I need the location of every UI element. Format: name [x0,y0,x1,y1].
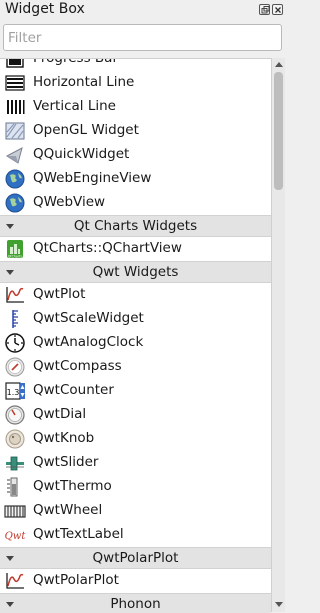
category-qwt-widgets[interactable]: Qwt Widgets [0,261,271,283]
widget-item-label: Progress Bar [33,58,118,66]
filter-input[interactable] [3,24,282,51]
clock-icon [4,333,26,353]
title-bar: Widget Box [0,0,285,20]
wheel-icon [4,501,26,521]
category-qwtpolarplot-category[interactable]: QwtPolarPlot [0,547,271,569]
thermo-icon [4,477,26,497]
widget-item-label: QwtKnob [33,430,95,446]
scroll-up-arrow-icon[interactable] [275,62,283,67]
globe-icon [4,193,26,213]
vertical-scrollbar[interactable] [271,58,285,612]
widget-item-label: Vertical Line [33,98,116,114]
widget-item-label: QwtAnalogClock [33,334,144,350]
qquickwidget-icon [4,145,26,165]
scrollbar-thumb[interactable] [274,72,283,190]
slider-icon [4,453,26,473]
globe-icon [4,169,26,189]
vertical-line-icon [4,97,26,117]
category-phonon[interactable]: Phonon [0,593,271,613]
category-label: QwtPolarPlot [92,550,179,566]
widget-item-label: QwtCompass [33,358,122,374]
svg-text:QtCharts: QtCharts [8,255,23,259]
widget-item-label: QwtDial [33,406,87,422]
opengl-widget-icon [4,121,26,141]
widget-item-label: QwtCounter [33,382,114,398]
widget-item-qwebengineview[interactable]: QWebEngineView [0,167,271,191]
widget-item-qwtplot[interactable]: QwtPlot [0,283,271,307]
svg-text:1.3: 1.3 [7,388,20,397]
progress-bar-icon [4,59,26,69]
widget-item-label: QwtThermo [33,478,112,494]
close-icon[interactable] [272,4,283,15]
widget-item-label: QwtScaleWidget [33,310,144,326]
widget-item-vertical-line[interactable]: Vertical Line [0,95,271,119]
widget-item-label: Horizontal Line [33,74,135,90]
widget-item-qwtdial[interactable]: QwtDial [0,403,271,427]
widget-item-opengl-widget[interactable]: OpenGL Widget [0,119,271,143]
plot-icon [4,285,26,305]
category-label: Phonon [110,596,161,612]
window-title: Widget Box [5,1,85,17]
widget-item-qwtcounter[interactable]: 1.3 QwtCounter [0,379,271,403]
widget-item-qquickwidget[interactable]: QQuickWidget [0,143,271,167]
knob-icon [4,429,26,449]
widget-item-qwttextlabel[interactable]: Qwt QwtTextLabel [0,523,271,547]
scale-icon [4,309,26,329]
float-icon[interactable] [259,4,270,15]
qchartview-icon: QtCharts [4,239,26,259]
widget-item-label: QwtPlot [33,286,86,302]
category-label: Qt Charts Widgets [73,218,198,234]
compass-icon [4,357,26,377]
svg-text:Qwt: Qwt [5,531,26,542]
widget-item-label: QQuickWidget [33,146,130,162]
widget-item-qchartview[interactable]: QtCharts QtCharts::QChartView [0,237,271,261]
category-qt-charts-widgets[interactable]: Qt Charts Widgets [0,215,271,237]
widget-item-qwtslider[interactable]: QwtSlider [0,451,271,475]
widget-item-label: QwtWheel [33,502,103,518]
widget-item-progress-bar[interactable]: Progress Bar [0,58,271,71]
widget-item-label: QWebView [33,194,106,210]
widget-item-horizontal-line[interactable]: Horizontal Line [0,71,271,95]
widget-item-label: QwtTextLabel [33,526,124,542]
dial-icon [4,405,26,425]
widget-list-content: Progress Bar Horizontal Line Vertical Line… [0,58,271,613]
scroll-down-arrow-icon[interactable] [275,602,283,607]
widget-item-qwtwheel[interactable]: QwtWheel [0,499,271,523]
widget-item-qwtthermo[interactable]: QwtThermo [0,475,271,499]
plot-icon [4,571,26,591]
horizontal-line-icon [4,73,26,93]
widget-item-label: QWebEngineView [33,170,152,186]
counter-icon: 1.3 [4,381,26,401]
widget-list[interactable]: Progress Bar Horizontal Line Vertical Line… [0,58,271,613]
widget-item-qwtknob[interactable]: QwtKnob [0,427,271,451]
widget-item-label: QwtPolarPlot [33,572,119,588]
widget-item-label: QtCharts::QChartView [33,240,182,256]
widget-item-qwtscalewidget[interactable]: QwtScaleWidget [0,307,271,331]
category-label: Qwt Widgets [92,264,179,280]
widget-item-qwtanalogclock[interactable]: QwtAnalogClock [0,331,271,355]
text-label-icon: Qwt [4,525,26,545]
widget-item-qwebview[interactable]: QWebView [0,191,271,215]
widget-item-qwtpolarplot[interactable]: QwtPolarPlot [0,569,271,593]
widget-item-label: QwtSlider [33,454,99,470]
widget-item-qwtcompass[interactable]: QwtCompass [0,355,271,379]
widget-item-label: OpenGL Widget [33,122,139,138]
